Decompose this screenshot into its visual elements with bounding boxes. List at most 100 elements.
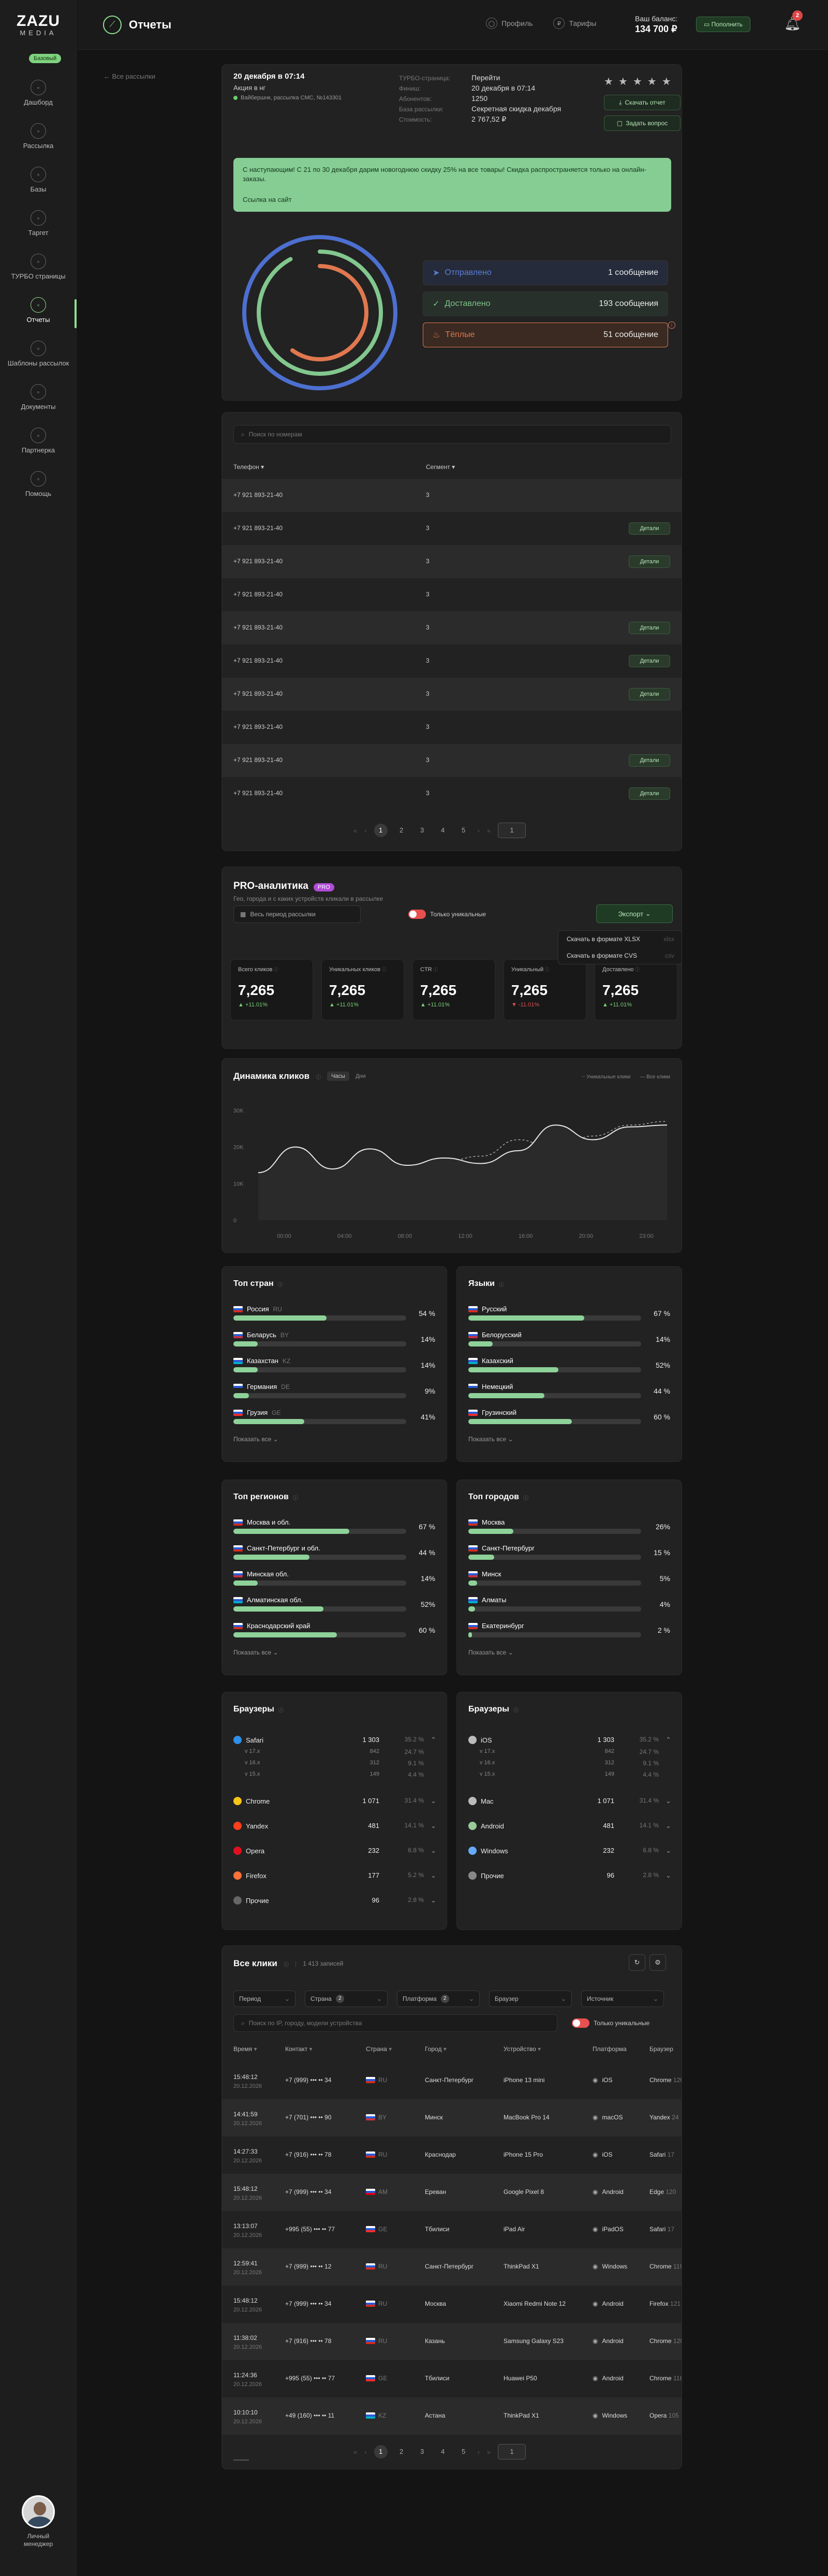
back-link[interactable]: ← Все рассылки — [103, 72, 155, 80]
sidebar-item-2[interactable]: ◦ Базы — [0, 159, 77, 203]
col-header[interactable]: Платформа — [593, 2045, 627, 2053]
table-row[interactable]: 14:27:33 20.12.2026 +7 (916) ••• •• 78 RU Кр… — [222, 2136, 682, 2174]
table-row[interactable]: 12:59:41 20.12.2026 +7 (999) ••• •• 12 RU Са… — [222, 2248, 682, 2286]
page-input[interactable]: 1 — [498, 823, 526, 838]
chevron-icon[interactable]: ⌄ — [431, 1822, 436, 1830]
next-page-icon[interactable]: › — [478, 2448, 480, 2456]
details-button[interactable]: Детали — [629, 622, 670, 634]
col-header[interactable]: Устройство ▾ — [504, 2045, 541, 2053]
export-button[interactable]: Экспорт ⌄ — [596, 904, 673, 923]
show-all-link[interactable]: Показать все ⌄ — [233, 1649, 278, 1656]
last-page-icon[interactable]: » — [487, 2448, 491, 2456]
info-icon[interactable]: ⓘ — [278, 1280, 283, 1288]
filter-1[interactable]: Страна 2 ⌄ — [305, 1990, 388, 2007]
first-page-icon[interactable]: « — [353, 2448, 357, 2456]
col-header[interactable]: Контакт ▾ — [285, 2045, 313, 2053]
sidebar-item-9[interactable]: ◦ Помощь — [0, 464, 77, 507]
sidebar-item-3[interactable]: ◦ Таргет — [0, 203, 77, 246]
filter-4[interactable]: Источник ⌄ — [581, 1990, 664, 2007]
clicks-search-input[interactable]: ⌕ Поиск по IP, городу, модели устройства — [233, 2014, 557, 2032]
sidebar-item-8[interactable]: ◦ Партнерка — [0, 420, 77, 464]
toggle-hours[interactable]: Часы — [327, 1072, 349, 1081]
tariffs-link[interactable]: ₽ Тарифы — [553, 18, 596, 29]
table-row[interactable]: 14:41:59 20.12.2026 +7 (701) ••• •• 90 BY Ми… — [222, 2099, 682, 2136]
table-row[interactable]: 11:24:36 20.12.2026 +995 (55) ••• •• 77 GE Т… — [222, 2360, 682, 2397]
browser-row[interactable]: Прочие 96 2.8 % ⌄ — [468, 1868, 671, 1884]
page-3[interactable]: 3 — [416, 824, 429, 837]
filter-2[interactable]: Платформа 2 ⌄ — [397, 1990, 480, 2007]
info-icon[interactable]: ⓘ — [499, 1280, 504, 1288]
toggle-days[interactable]: Дни — [356, 1073, 366, 1079]
info-icon[interactable]: ⓘ — [272, 967, 278, 972]
chevron-icon[interactable]: ⌃ — [431, 1736, 436, 1744]
page-5[interactable]: 5 — [457, 2445, 470, 2458]
details-button[interactable]: Детали — [629, 655, 670, 667]
table-row[interactable]: 15:48:12 20.12.2026 +7 (999) ••• •• 34 RU Мо… — [222, 2286, 682, 2323]
page-4[interactable]: 4 — [436, 2445, 450, 2458]
page-5[interactable]: 5 — [457, 824, 470, 837]
filter-0[interactable]: Период ⌄ — [233, 1990, 295, 2007]
filter-3[interactable]: Браузер ⌄ — [489, 1990, 572, 2007]
refresh-icon[interactable]: ↻ — [629, 1954, 645, 1971]
show-all-link[interactable]: Показать все ⌄ — [233, 1436, 278, 1443]
topup-button[interactable]: ▭ Пополнить — [696, 17, 750, 32]
details-button[interactable]: Детали — [629, 555, 670, 568]
table-row[interactable]: 15:48:12 20.12.2026 +7 (999) ••• •• 34 AM Ер… — [222, 2174, 682, 2211]
info-icon[interactable]: ⓘ — [284, 1960, 289, 1968]
col-phone[interactable]: Телефон ▾ — [233, 463, 264, 471]
browser-row[interactable]: Opera 232 6.8 % ⌄ — [233, 1843, 436, 1859]
page-3[interactable]: 3 — [416, 2445, 429, 2458]
sidebar-item-7[interactable]: ◦ Документы — [0, 377, 77, 420]
logo[interactable]: ZAZU MEDIA — [0, 12, 77, 37]
bell-icon[interactable]: 🔔︎ 2 — [784, 10, 803, 32]
horizontal-scrollbar[interactable] — [233, 2460, 249, 2461]
sidebar-item-5[interactable]: ◦ Отчеты — [0, 290, 77, 333]
page-1[interactable]: 1 — [374, 824, 388, 837]
table-row[interactable]: 13:13:07 20.12.2026 +995 (55) ••• •• 77 GE Т… — [222, 2211, 682, 2248]
details-button[interactable]: Детали — [629, 522, 670, 535]
col-header[interactable]: Город ▾ — [425, 2045, 447, 2053]
chevron-icon[interactable]: ⌄ — [431, 1896, 436, 1905]
chevron-icon[interactable]: ⌄ — [666, 1847, 671, 1855]
info-icon[interactable]: ⓘ — [293, 1494, 298, 1501]
info-icon[interactable]: ⓘ — [634, 967, 640, 972]
browser-row[interactable]: Android 481 14.1 % ⌄ — [468, 1819, 671, 1834]
details-button[interactable]: Детали — [629, 754, 670, 767]
personal-manager[interactable]: Личный менеджер — [0, 2495, 77, 2548]
details-button[interactable]: Детали — [629, 688, 670, 700]
browser-row[interactable]: iOS 1 303 35.2 % ⌃ — [468, 1733, 671, 1748]
page-4[interactable]: 4 — [436, 824, 450, 837]
chevron-icon[interactable]: ⌄ — [666, 1871, 671, 1880]
sidebar-item-1[interactable]: ◦ Рассылка — [0, 116, 77, 159]
info-icon[interactable]: ⓘ — [523, 1494, 528, 1501]
info-icon[interactable]: ⓘ — [380, 967, 386, 972]
sidebar-item-6[interactable]: ◦ Шаблоны рассылок — [0, 333, 77, 377]
period-select[interactable]: ▦ Весь период рассылки — [233, 905, 361, 923]
settings-icon[interactable]: ⚙ — [649, 1954, 666, 1971]
page-2[interactable]: 2 — [395, 824, 408, 837]
message-link[interactable]: Ссылка на сайт — [243, 195, 662, 204]
info-icon[interactable]: ⓘ — [278, 1706, 284, 1714]
page-1[interactable]: 1 — [374, 2445, 388, 2458]
info-icon[interactable]: i — [668, 321, 675, 329]
page-2[interactable]: 2 — [395, 2445, 408, 2458]
ask-question-button[interactable]: ▢ Задать вопрос — [604, 115, 681, 131]
table-row[interactable]: 10:10:10 20.12.2026 +49 (160) ••• •• 11 KZ А… — [222, 2397, 682, 2435]
info-icon[interactable]: ⓘ — [432, 967, 438, 972]
chevron-icon[interactable]: ⌃ — [666, 1736, 671, 1744]
next-page-icon[interactable]: › — [478, 827, 480, 835]
export-xlsx-item[interactable]: Скачать в формате XLSX xlsx — [558, 931, 682, 947]
unique-toggle[interactable]: Только уникальные — [408, 910, 486, 919]
export-csv-item[interactable]: Скачать в формате CVS csv — [558, 947, 682, 964]
clicks-unique-toggle[interactable]: Только уникальные — [572, 2018, 649, 2028]
show-all-link[interactable]: Показать все ⌄ — [468, 1436, 513, 1443]
phone-search-input[interactable]: ⌕ Поиск по номерам — [233, 425, 671, 444]
chevron-icon[interactable]: ⌄ — [666, 1822, 671, 1830]
info-icon[interactable]: ⓘ — [513, 1706, 519, 1714]
details-button[interactable]: Детали — [629, 787, 670, 800]
col-segment[interactable]: Сегмент ▾ — [426, 463, 455, 471]
download-report-button[interactable]: ⤓ Скачать отчет — [604, 95, 681, 110]
table-row[interactable]: 15:48:12 20.12.2026 +7 (999) ••• •• 34 RU Са… — [222, 2062, 682, 2099]
sidebar-item-0[interactable]: ◦ Дашборд — [0, 72, 77, 116]
show-all-link[interactable]: Показать все ⌄ — [468, 1649, 513, 1656]
